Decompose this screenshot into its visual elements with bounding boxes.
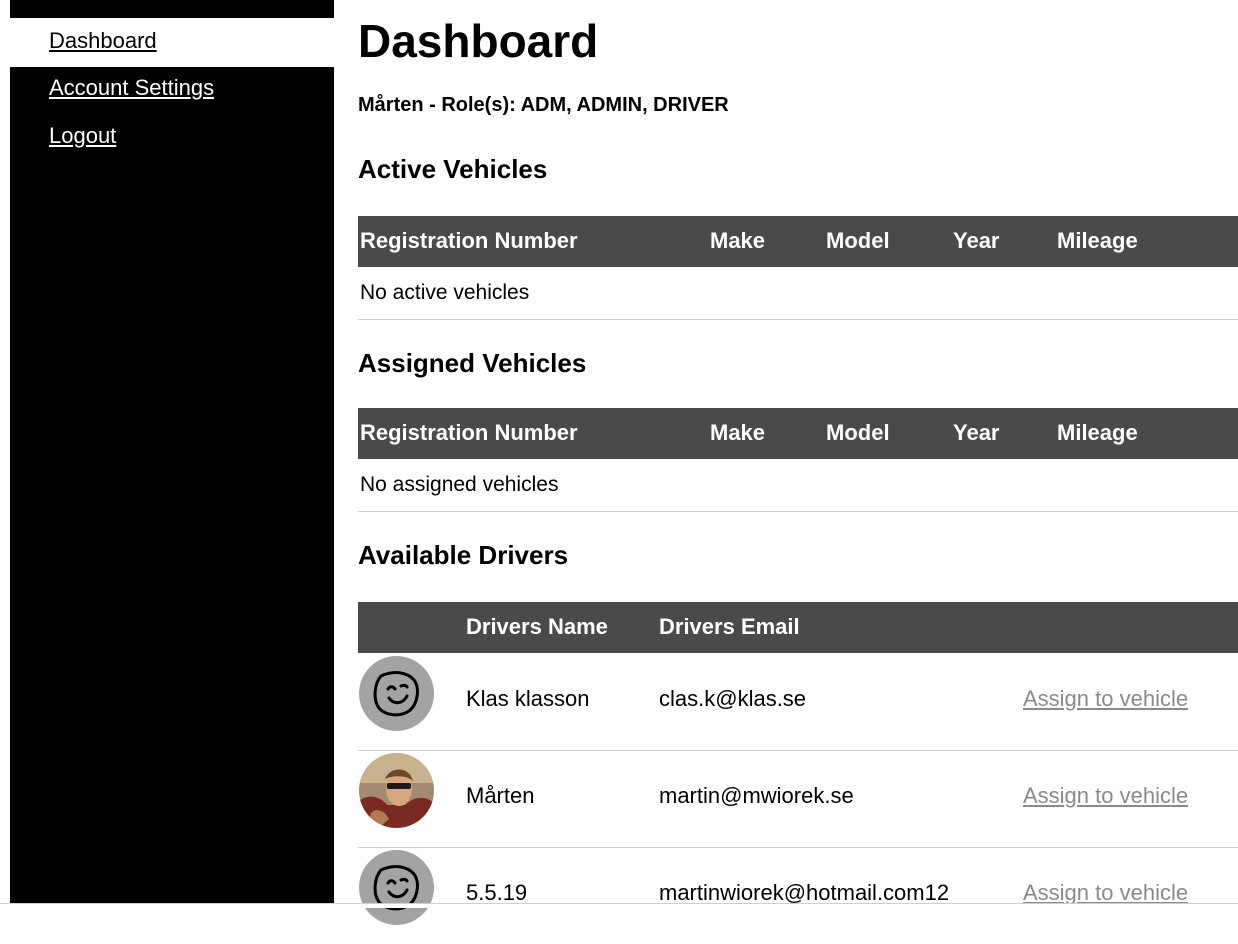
- column-header-model: Model: [826, 420, 890, 445]
- smiley-face-icon: [373, 865, 419, 911]
- avatar: [359, 850, 434, 925]
- sidebar-item-account-settings[interactable]: Account Settings: [49, 75, 214, 101]
- sidebar-item-logout[interactable]: Logout: [49, 123, 116, 149]
- column-header-make: Make: [710, 228, 766, 253]
- avatar: [359, 656, 434, 731]
- sidebar-top-bar: [10, 0, 334, 18]
- active-vehicles-table-header: Registration Number Make Model Year Mile…: [358, 216, 1238, 267]
- empty-message: No assigned vehicles: [360, 473, 559, 496]
- assign-to-vehicle-link[interactable]: Assign to vehicle: [1023, 686, 1188, 712]
- active-vehicles-empty-row: No active vehicles: [358, 268, 1238, 320]
- assigned-vehicles-empty-row: No assigned vehicles: [358, 460, 1238, 512]
- column-header-model: Model: [826, 228, 890, 253]
- sidebar: Dashboard Account Settings Logout: [10, 0, 334, 907]
- column-header-make: Make: [710, 420, 766, 445]
- active-vehicles-heading: Active Vehicles: [358, 154, 548, 184]
- column-header-drivers-email: Drivers Email: [659, 614, 800, 639]
- driver-row: Klas klasson clas.k@klas.se Assign to ve…: [358, 654, 1238, 751]
- driver-row: 5.5.19 martinwiorek@hotmail.com12 Assign…: [358, 848, 1238, 944]
- column-header-year: Year: [953, 420, 1000, 445]
- driver-email: clas.k@klas.se: [659, 686, 807, 711]
- column-header-drivers-name: Drivers Name: [466, 614, 608, 639]
- column-header-registration: Registration Number: [360, 420, 578, 445]
- avatar: [359, 753, 434, 828]
- driver-email: martin@mwiorek.se: [659, 783, 854, 808]
- driver-name: Mårten: [466, 783, 535, 808]
- smiley-face-icon: [373, 671, 419, 717]
- driver-row: Mårten martin@mwiorek.se Assign to vehic…: [358, 751, 1238, 848]
- driver-name: Klas klasson: [466, 686, 590, 711]
- empty-message: No active vehicles: [360, 281, 530, 304]
- page-bottom-edge: [0, 903, 1238, 908]
- sidebar-item-dashboard[interactable]: Dashboard: [49, 28, 157, 54]
- user-photo-icon: [359, 753, 434, 828]
- column-header-mileage: Mileage: [1057, 420, 1138, 445]
- page-title: Dashboard: [358, 15, 599, 67]
- user-roles: Mårten - Role(s): ADM, ADMIN, DRIVER: [358, 94, 729, 116]
- available-drivers-heading: Available Drivers: [358, 540, 569, 570]
- column-header-year: Year: [953, 228, 1000, 253]
- assign-to-vehicle-link[interactable]: Assign to vehicle: [1023, 783, 1188, 809]
- available-drivers-table-header: Drivers Name Drivers Email: [358, 602, 1238, 653]
- assigned-vehicles-heading: Assigned Vehicles: [358, 348, 587, 378]
- assigned-vehicles-table-header: Registration Number Make Model Year Mile…: [358, 408, 1238, 459]
- column-header-registration: Registration Number: [360, 228, 578, 253]
- column-header-mileage: Mileage: [1057, 228, 1138, 253]
